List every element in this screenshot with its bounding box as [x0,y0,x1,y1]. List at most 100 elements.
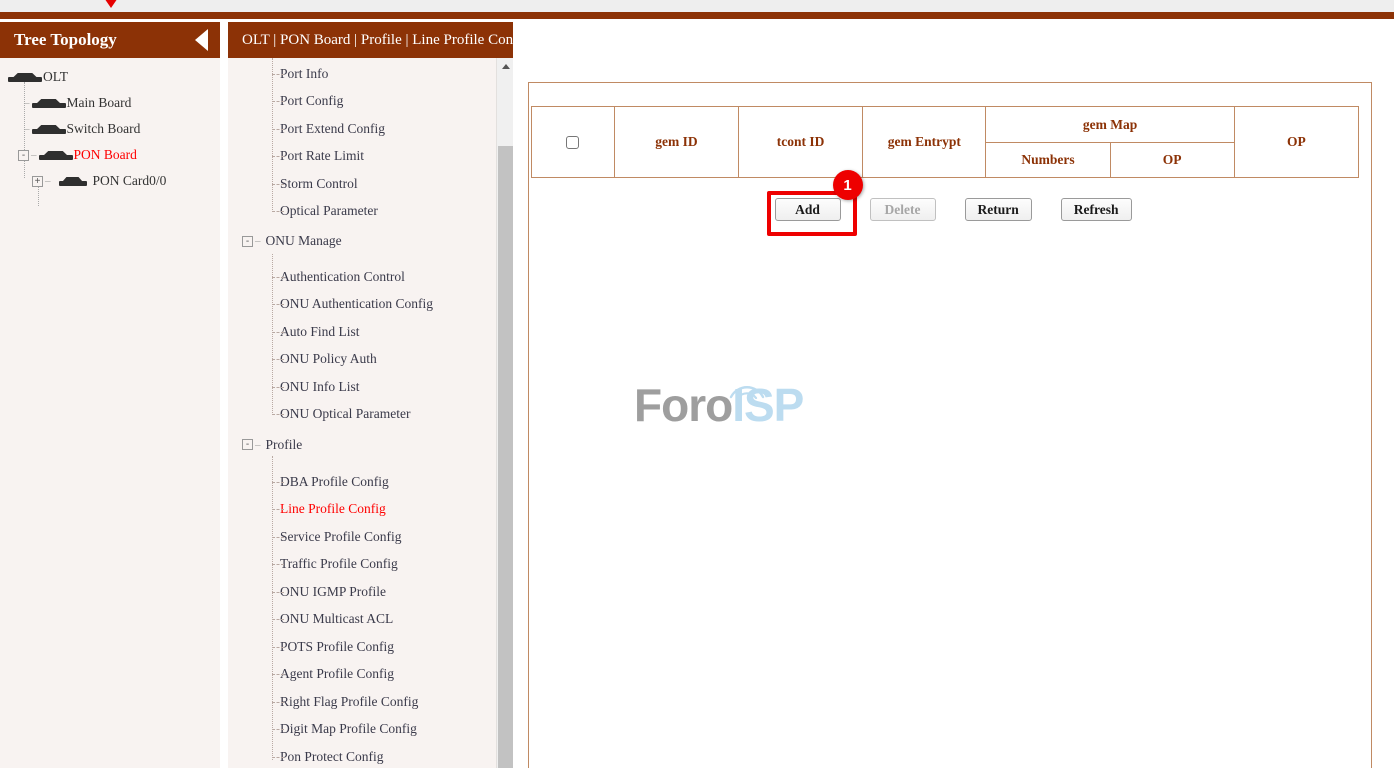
action-button-bar: Add 1 Delete Return Refresh [529,198,1371,221]
nav-item-label: Storm Control [280,176,358,192]
nav-branch-icon [272,509,284,510]
nav-item-onu-igmp-profile[interactable]: ONU IGMP Profile [228,578,496,606]
return-button-wrapper: Return [965,198,1032,221]
nav-item-label: Optical Parameter [280,203,378,219]
breadcrumb: OLT | PON Board | Profile | Line Profile… [242,32,513,49]
nav-item-onu-policy-auth[interactable]: ONU Policy Auth [228,346,496,374]
nav-branch-icon [272,304,284,305]
return-button[interactable]: Return [965,198,1032,221]
nav-collapse-expander-icon[interactable]: - [242,236,253,247]
column-header-gem-entrypt: gem Entrypt [863,107,986,178]
nav-item-pon-protect-config[interactable]: Pon Protect Config [228,743,496,768]
nav-branch-icon [272,729,284,730]
nav-branch-icon [272,619,284,620]
nav-item-authentication-control[interactable]: Authentication Control [228,263,496,291]
select-all-checkbox[interactable] [566,136,579,149]
nav-item-storm-control[interactable]: Storm Control [228,170,496,198]
nav-group-profile[interactable]: - – Profile [228,428,496,461]
nav-item-label: ONU Authentication Config [280,296,433,312]
device-chassis-icon [39,149,73,162]
tree-topology-title: Tree Topology [14,30,117,50]
nav-item-agent-profile-config[interactable]: Agent Profile Config [228,661,496,689]
column-header-gem-map: gem Map [986,107,1234,143]
nav-item-onu-authentication-config[interactable]: ONU Authentication Config [228,291,496,319]
add-button-wrapper: Add 1 [775,198,841,221]
tree-node-pon-board[interactable]: - – PON Board [0,142,220,168]
nav-branch-icon [272,184,284,185]
nav-item-label: DBA Profile Config [280,474,389,490]
nav-item-label: ONU IGMP Profile [280,584,386,600]
tree-node-switch-board[interactable]: – Switch Board [0,116,220,142]
nav-branch-icon [272,537,284,538]
nav-branch-icon [272,359,284,360]
nav-item-label: Auto Find List [280,324,360,340]
collapse-left-arrow-icon[interactable] [195,29,208,51]
tree-node-main-board[interactable]: – Main Board [0,90,220,116]
tree-node-label: Main Board [67,95,132,111]
device-chassis-icon [32,97,66,110]
scrollbar-thumb[interactable] [498,146,513,768]
nav-item-label: Agent Profile Config [280,666,394,682]
navigation-list: Port Info Port Config Port Extend Config… [228,58,496,768]
nav-item-right-flag-profile-config[interactable]: Right Flag Profile Config [228,688,496,716]
step-badge-1: 1 [833,170,863,200]
nav-item-service-profile-config[interactable]: Service Profile Config [228,523,496,551]
wifi-signal-arc-icon [727,377,767,399]
tree-node-label: PON Board [74,147,137,163]
nav-item-label: ONU Multicast ACL [280,611,393,627]
line-profile-table: gem ID tcont ID gem Entrypt gem Map OP N… [531,106,1359,178]
delete-button-wrapper: Delete [870,198,936,221]
device-chassis-icon [59,175,87,188]
nav-item-onu-info-list[interactable]: ONU Info List [228,373,496,401]
tree-topology-body: OLT – Main Board – Switch Board - – PON … [0,58,220,768]
nav-branch-icon [272,387,284,388]
top-brand-rule [0,12,1394,19]
tree-node-olt[interactable]: OLT [0,64,220,90]
nav-item-traffic-profile-config[interactable]: Traffic Profile Config [228,551,496,579]
nav-item-optical-parameter[interactable]: Optical Parameter [228,198,496,226]
nav-item-port-config[interactable]: Port Config [228,88,496,116]
nav-item-port-extend-config[interactable]: Port Extend Config [228,115,496,143]
tree-collapse-expander-icon[interactable]: - [18,150,29,161]
tree-branch-dash: – [22,123,32,135]
nav-item-label: Digit Map Profile Config [280,721,417,737]
watermark-text-isp: ISP [732,379,803,431]
scroll-up-arrow-icon[interactable] [497,58,513,75]
nav-branch-icon [272,277,284,278]
nav-item-label: Right Flag Profile Config [280,694,418,710]
nav-item-port-rate-limit[interactable]: Port Rate Limit [228,143,496,171]
nav-group-label: Profile [266,437,303,453]
navigation-panel: OLT | PON Board | Profile | Line Profile… [228,22,513,768]
nav-item-digit-map-profile-config[interactable]: Digit Map Profile Config [228,716,496,744]
tree-node-label: Switch Board [67,121,141,137]
nav-branch-dash: – [255,235,261,247]
nav-item-auto-find-list[interactable]: Auto Find List [228,318,496,346]
device-chassis-icon [8,71,42,84]
delete-button[interactable]: Delete [870,198,936,221]
nav-item-dba-profile-config[interactable]: DBA Profile Config [228,468,496,496]
nav-item-onu-multicast-acl[interactable]: ONU Multicast ACL [228,606,496,634]
nav-item-label: Pon Protect Config [280,749,384,765]
tree-node-pon-card-0-0[interactable]: + – PON Card0/0 [0,168,220,194]
main-content: gem ID tcont ID gem Entrypt gem Map OP N… [513,58,1384,768]
nav-item-label: ONU Info List [280,379,360,395]
nav-item-port-info[interactable]: Port Info [228,60,496,88]
nav-item-pots-profile-config[interactable]: POTS Profile Config [228,633,496,661]
table-header-row-1: gem ID tcont ID gem Entrypt gem Map OP [532,107,1359,143]
refresh-button[interactable]: Refresh [1061,198,1132,221]
nav-collapse-expander-icon[interactable]: - [242,439,253,450]
nav-branch-icon [272,702,284,703]
add-button[interactable]: Add [775,198,841,221]
tree-expand-expander-icon[interactable]: + [32,176,43,187]
nav-branch-icon [272,129,284,130]
tree-topology-panel: Tree Topology OLT – Main Board – [0,22,220,768]
nav-branch-icon [272,674,284,675]
nav-item-onu-optical-parameter[interactable]: ONU Optical Parameter [228,401,496,429]
column-header-tcont-id: tcont ID [738,107,862,178]
select-all-cell [532,107,615,178]
nav-scrollbar[interactable] [496,58,513,768]
nav-group-onu-manage[interactable]: - – ONU Manage [228,225,496,257]
column-header-op: OP [1234,107,1358,178]
nav-item-line-profile-config[interactable]: Line Profile Config [228,496,496,524]
nav-item-label: Authentication Control [280,269,405,285]
